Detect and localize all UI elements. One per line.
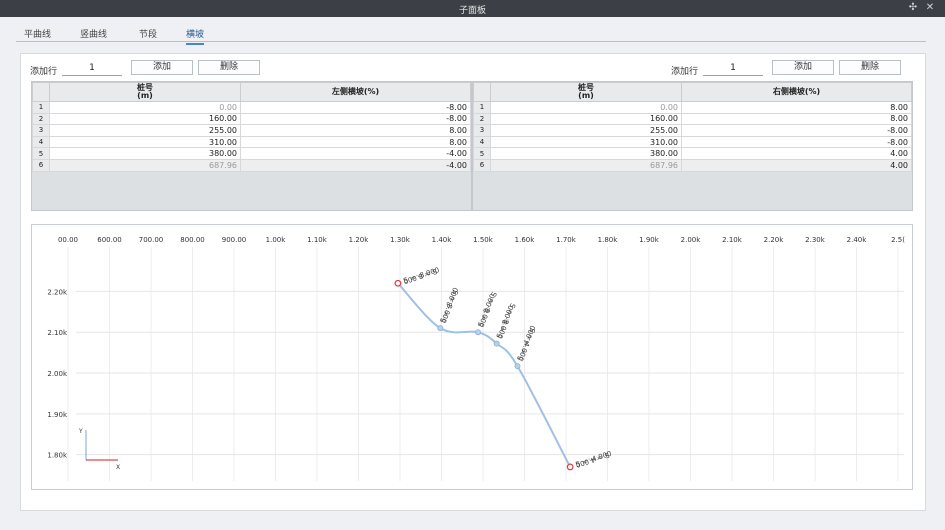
x-tick-label: 1.70k	[556, 236, 577, 244]
station-column-header[interactable]: 桩号 (m)	[490, 82, 682, 102]
cross-slope-plot[interactable]: 00.00 600.00 700.00 800.00 900.00 1.00k 1.10k 1…	[31, 224, 913, 490]
x-tick-label: 2.10k	[722, 236, 743, 244]
row-number-header	[473, 82, 491, 102]
slope-change-point[interactable]	[514, 363, 521, 370]
x-axis-indicator-label: X	[116, 464, 120, 471]
table-row[interactable]: 2 160.00 8.00	[473, 112, 912, 126]
right-add-button[interactable]: 添加	[772, 60, 834, 75]
y-tick-label: 1.90k	[47, 411, 68, 419]
x-tick-label: 1.10k	[307, 236, 328, 244]
x-tick-label: 1.90k	[639, 236, 660, 244]
y-tick-label: 2.20k	[47, 288, 68, 296]
table-row[interactable]: 1 0.00 8.00	[473, 101, 912, 114]
x-tick-label: 1.50k	[473, 236, 494, 244]
tab-segment[interactable]: 节段	[139, 27, 157, 43]
left-slope-table: 桩号 (m) 左侧横坡(%) 1 0.00 -8.00 2 160.00 -8.00 32…	[31, 81, 472, 211]
y-tick-label: 1.80k	[47, 452, 68, 460]
right-add-row-count-input[interactable]	[703, 61, 763, 76]
table-row[interactable]: 6 687.96 -4.00	[32, 158, 471, 172]
tab-bar: 平曲线 竖曲线 节段 横坡	[16, 24, 926, 45]
window-titlebar: 子面板 ✣ ✕	[0, 0, 945, 17]
x-tick-label: 2.5(	[891, 236, 905, 244]
window-title: 子面板	[458, 6, 486, 16]
x-tick-label: 1.60k	[515, 236, 536, 244]
slope-change-point[interactable]	[437, 325, 444, 332]
tab-vertical-curve[interactable]: 竖曲线	[80, 27, 107, 43]
tab-horizontal-curve[interactable]: 平曲线	[24, 27, 51, 43]
table-row[interactable]: 2 160.00 -8.00	[32, 112, 471, 126]
slope-change-point[interactable]	[475, 329, 482, 336]
left-delete-button[interactable]: 删除	[198, 60, 260, 75]
x-tick-label: 2.30k	[805, 236, 826, 244]
x-tick-label: 1.20k	[349, 236, 370, 244]
table-row[interactable]: 5 380.00 4.00	[473, 147, 912, 160]
left-add-button[interactable]: 添加	[131, 60, 193, 75]
x-tick-label: 800.00	[180, 236, 205, 244]
y-tick-label: 2.10k	[47, 329, 68, 337]
left-add-row-count-input[interactable]	[62, 61, 122, 76]
table-row[interactable]: 4 310.00 -8.00	[473, 135, 912, 149]
x-tick-label: 1.40k	[432, 236, 453, 244]
x-tick-label: 2.20k	[764, 236, 785, 244]
close-icon[interactable]: ✕	[924, 2, 936, 14]
table-row[interactable]: 3 255.00 8.00	[32, 124, 471, 137]
x-tick-label: 600.00	[97, 236, 122, 244]
slope-label-right: S = 4.000	[575, 451, 611, 469]
right-slope-table: 桩号 (m) 右侧横坡(%) 1 0.00 8.00 2 160.00 8.00 3 255…	[472, 81, 913, 211]
slope-label-right: S = 8.000	[402, 267, 438, 285]
x-tick-label: 900.00	[222, 236, 247, 244]
slope-change-point[interactable]	[493, 340, 500, 347]
right-add-row-label: 添加行	[671, 67, 699, 77]
pin-icon[interactable]: ✣	[907, 2, 919, 14]
x-tick-label: 00.00	[58, 236, 78, 244]
x-tick-label: 1.00k	[266, 236, 287, 244]
table-row[interactable]: 5 380.00 -4.00	[32, 147, 471, 160]
row-number-header	[32, 82, 50, 102]
left-add-row-label: 添加行	[30, 67, 58, 77]
route-endpoint-marker[interactable]	[394, 279, 402, 287]
table-row[interactable]: 6 687.96 4.00	[473, 158, 912, 172]
y-axis-indicator-label: Y	[78, 428, 83, 435]
tab-cross-slope[interactable]: 横坡	[186, 27, 205, 45]
x-tick-label: 1.80k	[598, 236, 619, 244]
plot-canvas[interactable]: 00.00 600.00 700.00 800.00 900.00 1.00k 1.10k 1…	[32, 225, 912, 489]
x-tick-label: 2.00k	[681, 236, 702, 244]
left-slope-column-header[interactable]: 左侧横坡(%)	[240, 82, 471, 102]
table-row[interactable]: 4 310.00 8.00	[32, 135, 471, 149]
x-tick-label: 700.00	[139, 236, 164, 244]
right-delete-button[interactable]: 删除	[839, 60, 901, 75]
station-column-header[interactable]: 桩号 (m)	[49, 82, 241, 102]
x-tick-label: 1.30k	[390, 236, 411, 244]
table-row[interactable]: 1 0.00 -8.00	[32, 101, 471, 114]
x-tick-label: 2.40k	[847, 236, 868, 244]
y-tick-label: 2.00k	[47, 370, 68, 378]
right-slope-column-header[interactable]: 右侧横坡(%)	[681, 82, 912, 102]
table-row[interactable]: 3 255.00 -8.00	[473, 124, 912, 137]
route-endpoint-marker[interactable]	[566, 463, 574, 471]
